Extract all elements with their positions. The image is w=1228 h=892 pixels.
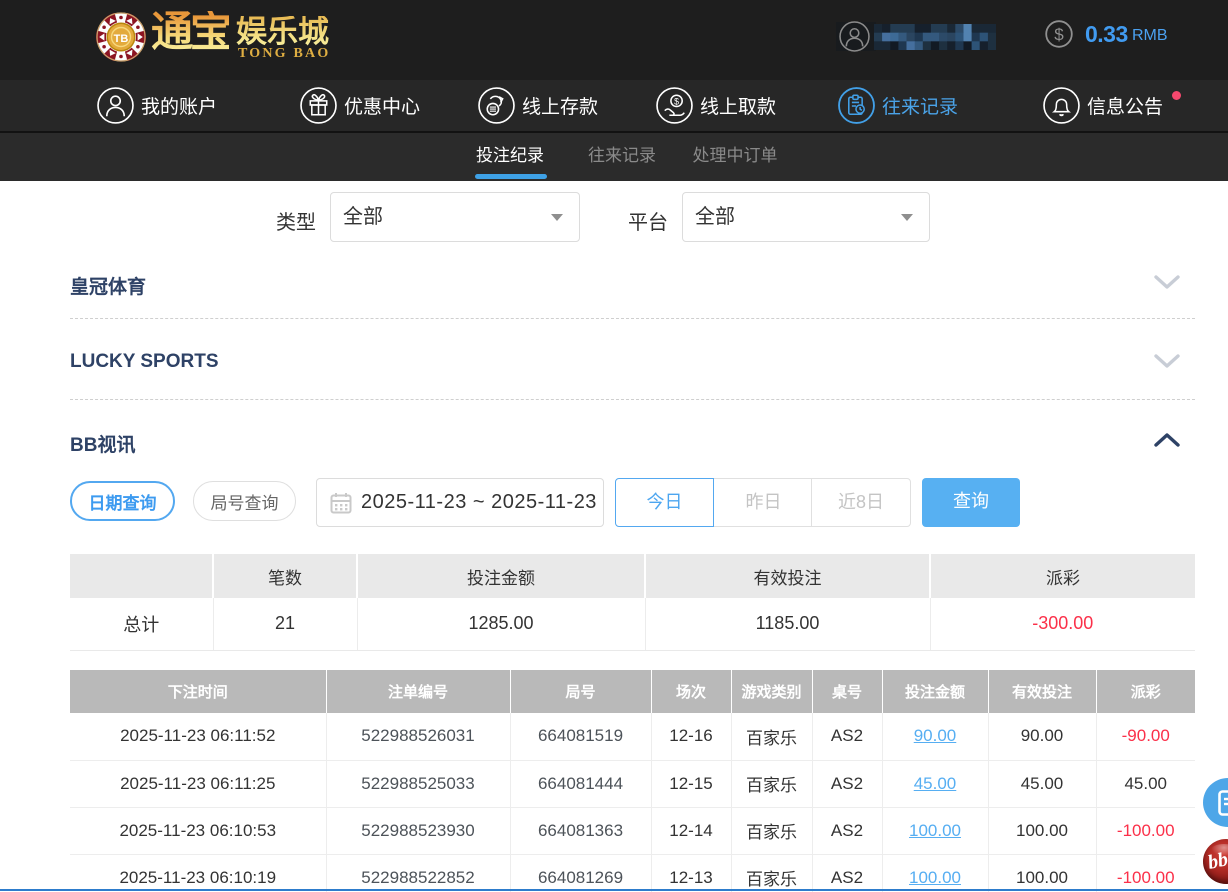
svg-text:$: $ bbox=[1054, 25, 1064, 44]
svg-text:$: $ bbox=[674, 96, 679, 106]
svg-text:TB: TB bbox=[114, 33, 129, 45]
